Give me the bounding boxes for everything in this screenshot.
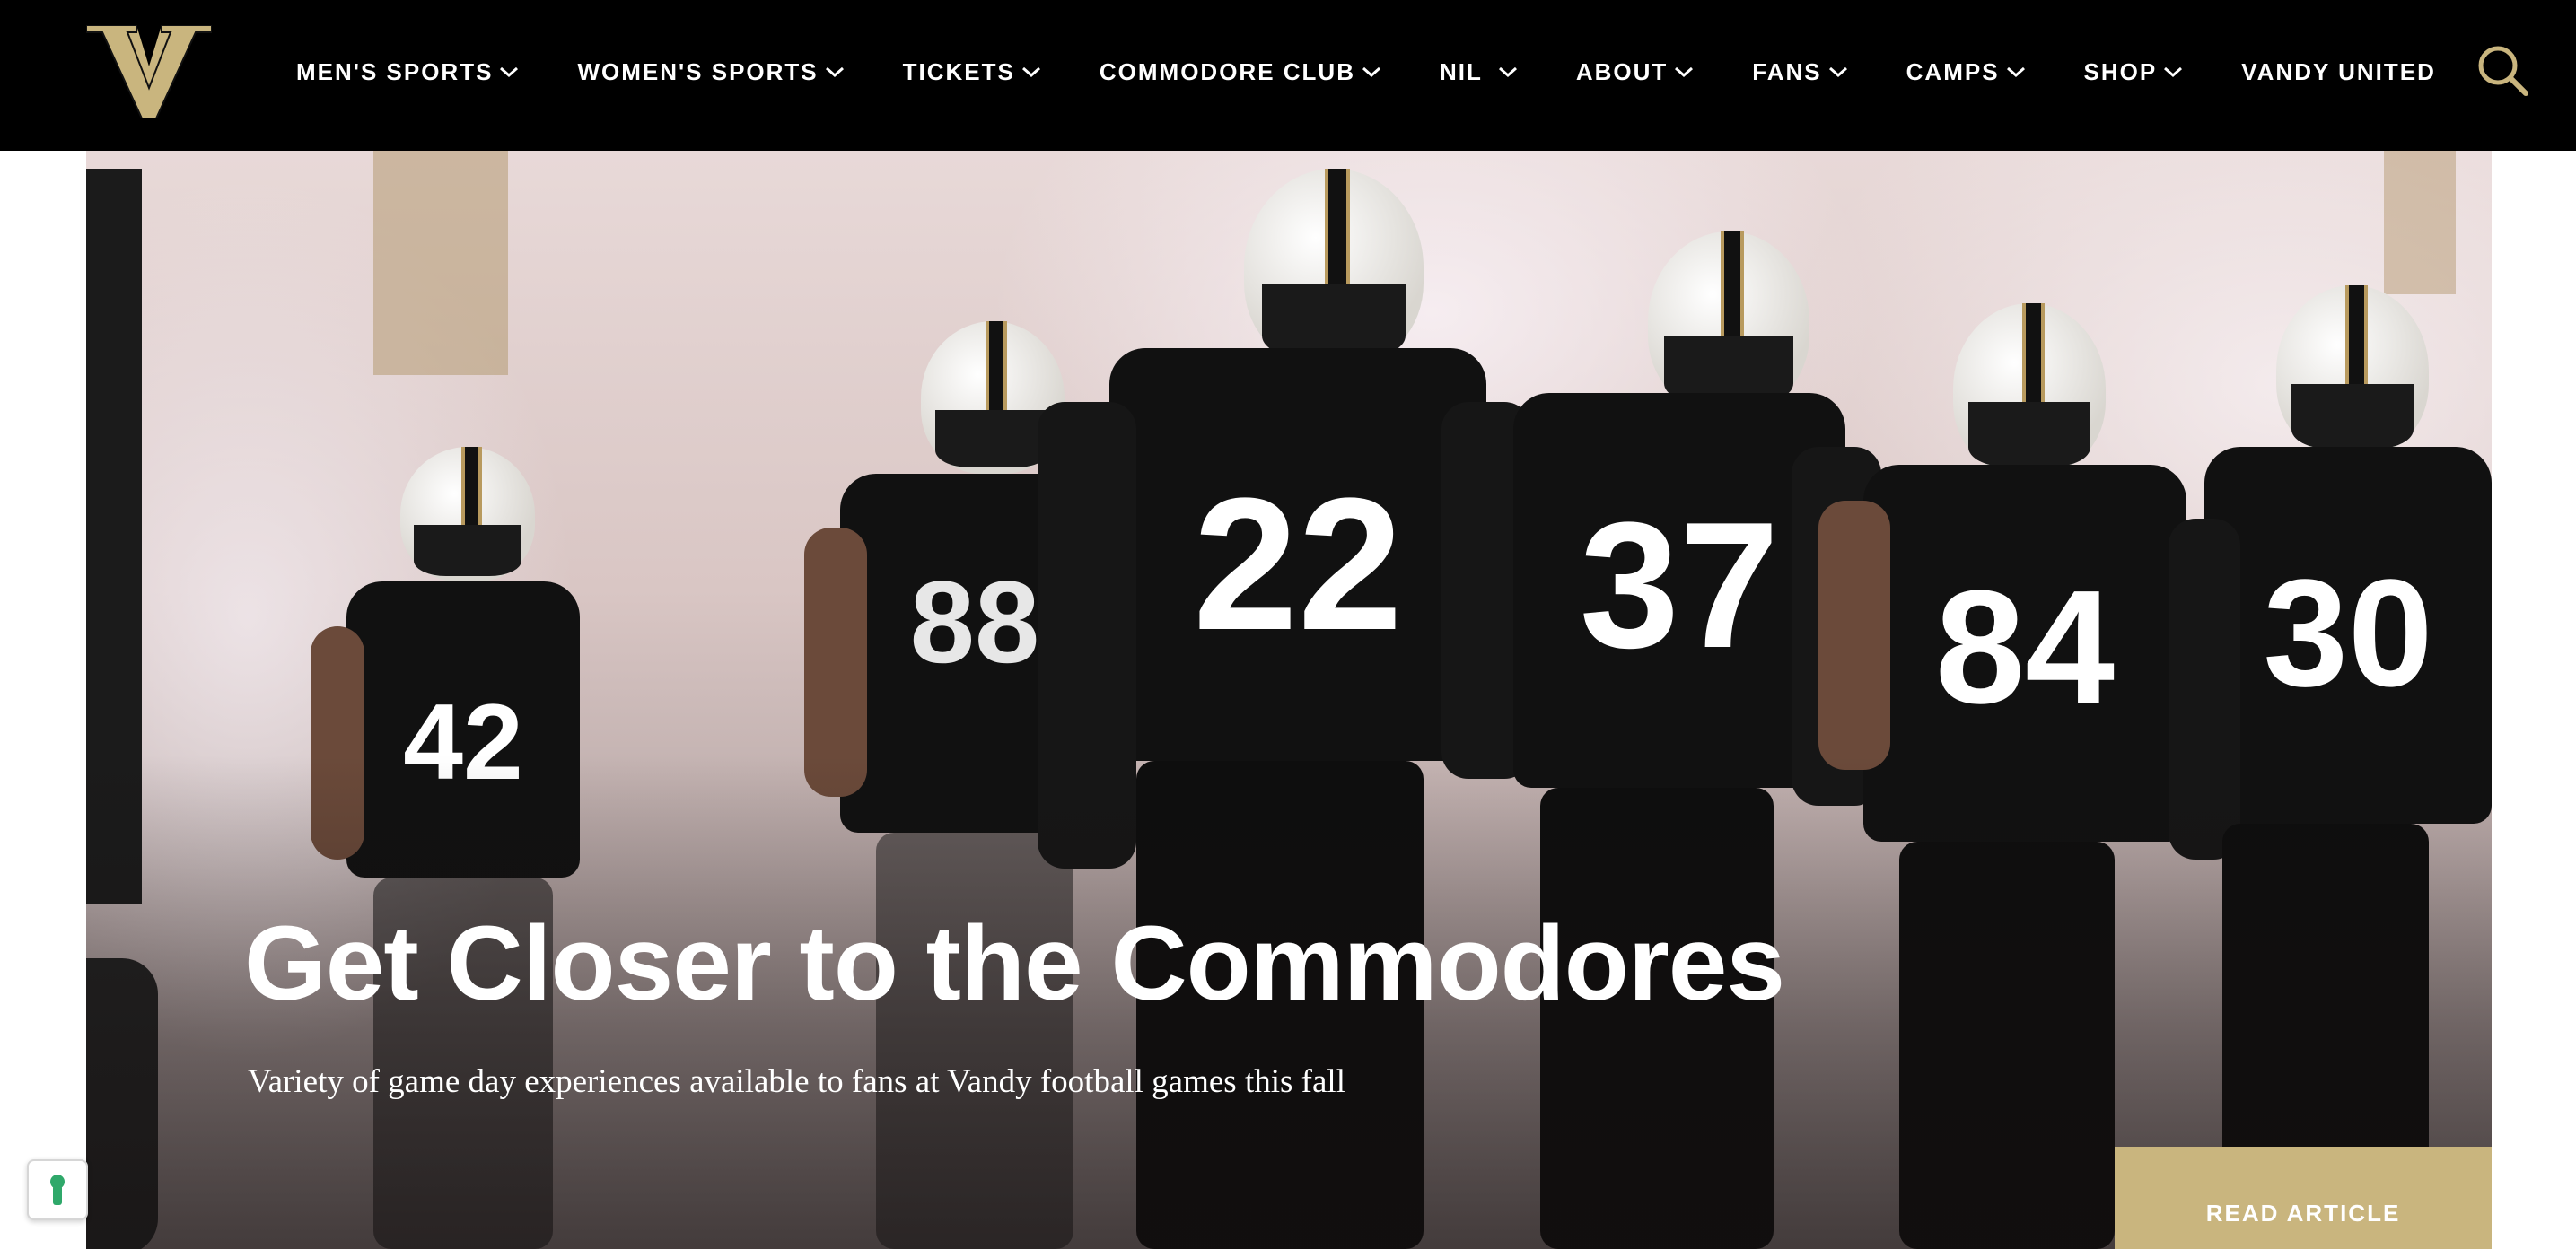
- chevron-down-icon: [1828, 66, 1847, 78]
- nav-label: MEN'S SPORTS: [296, 57, 494, 85]
- read-article-button[interactable]: READ ARTICLE: [2115, 1147, 2492, 1249]
- chevron-down-icon: [1362, 66, 1380, 78]
- vanderbilt-v-logo-icon: [85, 24, 213, 119]
- nav-label: VANDY UNITED: [2241, 57, 2436, 85]
- nav-mens-sports[interactable]: MEN'S SPORTS: [296, 58, 520, 86]
- search-icon: [2478, 46, 2528, 96]
- nav-vandy-united[interactable]: VANDY UNITED: [2241, 58, 2436, 86]
- top-navigation-bar: MEN'S SPORTS WOMEN'S SPORTS TICKETS COMM…: [0, 0, 2576, 151]
- nav-tickets[interactable]: TICKETS: [903, 58, 1042, 86]
- nav-label: ABOUT: [1575, 57, 1669, 85]
- chevron-down-icon: [500, 66, 519, 78]
- nav-about[interactable]: ABOUT: [1576, 58, 1695, 86]
- nav-label: TICKETS: [902, 57, 1015, 85]
- nav-shop[interactable]: SHOP: [2084, 58, 2185, 86]
- nav-label: SHOP: [2083, 57, 2158, 85]
- hero-subtitle: Variety of game day experiences availabl…: [248, 1063, 1345, 1100]
- nav-nil[interactable]: NIL: [1440, 58, 1519, 86]
- nav-commodore-club[interactable]: COMMODORE CLUB: [1100, 58, 1382, 86]
- chevron-down-icon: [2006, 66, 2025, 78]
- chevron-down-icon: [825, 66, 844, 78]
- hero-banner: 42 88 22 37 84: [86, 151, 2492, 1249]
- nav-label: CAMPS: [1906, 57, 2000, 85]
- nav-label: NIL: [1439, 57, 1483, 85]
- privacy-settings-icon: [50, 1175, 65, 1205]
- nav-label: FANS: [1752, 57, 1822, 85]
- nav-label: COMMODORE CLUB: [1099, 57, 1355, 85]
- privacy-settings-button[interactable]: [27, 1159, 88, 1220]
- vanderbilt-logo[interactable]: [85, 24, 213, 119]
- nav-camps[interactable]: CAMPS: [1906, 58, 2027, 86]
- read-article-label: READ ARTICLE: [2205, 1200, 2401, 1227]
- nav-label: WOMEN'S SPORTS: [577, 57, 819, 85]
- chevron-down-icon: [1498, 66, 1517, 78]
- nav-womens-sports[interactable]: WOMEN'S SPORTS: [577, 58, 845, 86]
- chevron-down-icon: [2164, 66, 2183, 78]
- search-button[interactable]: [2475, 43, 2529, 97]
- hero-title[interactable]: Get Closer to the Commodores: [244, 903, 1785, 1025]
- chevron-down-icon: [1021, 66, 1040, 78]
- chevron-down-icon: [1675, 66, 1694, 78]
- main-nav: MEN'S SPORTS WOMEN'S SPORTS TICKETS COMM…: [296, 0, 2436, 144]
- nav-fans[interactable]: FANS: [1752, 58, 1848, 86]
